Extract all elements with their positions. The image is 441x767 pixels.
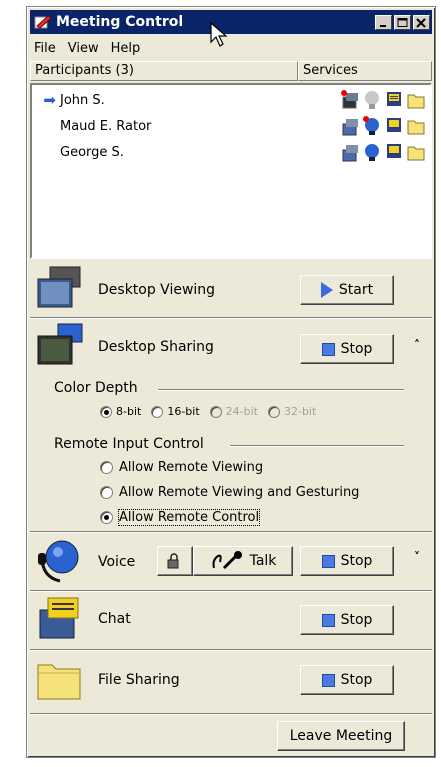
desktop-sharing-icon — [342, 119, 358, 136]
chat-icon — [387, 118, 401, 132]
remote-input-control-label: Remote Input Control — [54, 436, 204, 452]
separator — [30, 590, 432, 592]
color-depth-32bit-radio: 32-bit — [267, 405, 316, 418]
separator — [30, 531, 432, 533]
desktop-viewing-start-button[interactable]: Start — [300, 275, 394, 305]
voice-stop-button[interactable]: Stop — [300, 546, 394, 576]
folder-icon — [37, 664, 81, 700]
desktop-viewing-label: Desktop Viewing — [98, 282, 216, 298]
menu-bar: File View Help — [30, 37, 432, 59]
desktop-viewing-section: Desktop Viewing Start — [30, 263, 432, 317]
participant-services — [340, 89, 430, 111]
services-column-header[interactable]: Services — [298, 61, 432, 81]
chat-icon — [387, 144, 401, 158]
file-sharing-icon — [407, 146, 425, 161]
participant-row[interactable]: George S. — [32, 139, 430, 165]
voice-section: Voice Talk Stop ˅ — [30, 534, 432, 590]
stop-icon — [321, 342, 335, 356]
desktop-sharing-section: Desktop Sharing Stop ˄ Color Depth 8-bit… — [30, 320, 432, 526]
close-icon — [416, 17, 426, 28]
participant-row[interactable]: ➡ John S. — [32, 87, 430, 113]
chat-section: Chat Stop — [30, 593, 432, 649]
color-depth-8bit-radio[interactable]: 8-bit — [100, 405, 141, 418]
chat-label: Chat — [98, 611, 131, 627]
voice-inactive-icon — [365, 91, 379, 109]
leave-meeting-button[interactable]: Leave Meeting — [277, 721, 405, 751]
separator — [30, 317, 432, 319]
chat-stop-button[interactable]: Stop — [300, 605, 394, 635]
participants-list[interactable]: ➡ John S. Maud E. Rator George S. — [30, 83, 432, 259]
participant-row[interactable]: Maud E. Rator — [32, 113, 430, 139]
minimize-icon — [380, 24, 386, 27]
desktop-sharing-icon — [342, 145, 358, 162]
file-sharing-stop-button[interactable]: Stop — [300, 665, 394, 695]
menu-view[interactable]: View — [64, 41, 107, 56]
participant-services — [340, 115, 430, 137]
close-button[interactable] — [413, 14, 430, 30]
color-depth-16bit-radio[interactable]: 16-bit — [151, 405, 200, 418]
voice-active-icon — [363, 116, 379, 135]
desktop-sharing-icon — [37, 323, 83, 365]
desktop-viewing-icon — [37, 266, 81, 308]
stop-icon — [321, 613, 335, 627]
group-divider — [158, 389, 404, 391]
app-icon — [34, 15, 52, 29]
maximize-button[interactable] — [394, 14, 411, 30]
allow-remote-viewing-gesturing-radio[interactable]: Allow Remote Viewing and Gesturing — [100, 485, 359, 500]
participant-name: Maud E. Rator — [60, 118, 152, 134]
file-sharing-label: File Sharing — [98, 672, 180, 688]
menu-file[interactable]: File — [30, 41, 64, 56]
menu-help[interactable]: Help — [107, 41, 149, 56]
allow-remote-control-radio[interactable]: Allow Remote Control — [100, 509, 261, 526]
participant-name: George S. — [60, 144, 124, 160]
microphone-icon — [212, 551, 242, 570]
collapse-chevron-icon[interactable]: ˄ — [414, 338, 420, 352]
participants-header: Participants (3) Services — [30, 61, 432, 81]
title-bar[interactable]: Meeting Control — [30, 10, 432, 34]
file-sharing-section: File Sharing Stop — [30, 652, 432, 708]
voice-label: Voice — [98, 554, 136, 570]
allow-remote-viewing-radio[interactable]: Allow Remote Viewing — [100, 460, 263, 475]
separator — [30, 649, 432, 651]
chat-icon — [387, 92, 401, 106]
stop-icon — [321, 673, 335, 687]
voice-headset-icon — [38, 540, 79, 583]
meeting-control-window: Meeting Control File View Help Participa… — [26, 6, 436, 758]
desktop-sharing-active-icon — [341, 90, 358, 109]
expand-chevron-icon[interactable]: ˅ — [414, 550, 420, 564]
maximize-icon — [397, 17, 408, 27]
mouse-cursor-icon — [210, 22, 228, 47]
file-sharing-icon — [407, 120, 425, 135]
chat-icon — [39, 597, 79, 639]
voice-icon — [365, 144, 379, 161]
group-divider — [230, 445, 404, 447]
color-depth-label: Color Depth — [54, 380, 138, 396]
play-icon — [320, 282, 333, 298]
file-sharing-icon — [407, 94, 425, 109]
desktop-sharing-stop-button[interactable]: Stop — [300, 334, 394, 364]
separator — [30, 713, 432, 715]
stop-icon — [321, 554, 335, 568]
participants-column-header[interactable]: Participants (3) — [30, 61, 298, 81]
participant-name: John S. — [60, 92, 105, 108]
color-depth-options: 8-bit 16-bit 24-bit 32-bit — [100, 405, 316, 418]
color-depth-24bit-radio: 24-bit — [209, 405, 258, 418]
lock-icon — [167, 553, 179, 569]
minimize-button[interactable] — [375, 14, 392, 30]
desktop-sharing-label: Desktop Sharing — [98, 339, 214, 355]
voice-talk-button[interactable]: Talk — [193, 546, 293, 576]
voice-lock-button[interactable] — [157, 546, 193, 576]
participant-services — [340, 141, 430, 163]
current-user-arrow-icon: ➡ — [43, 91, 56, 109]
